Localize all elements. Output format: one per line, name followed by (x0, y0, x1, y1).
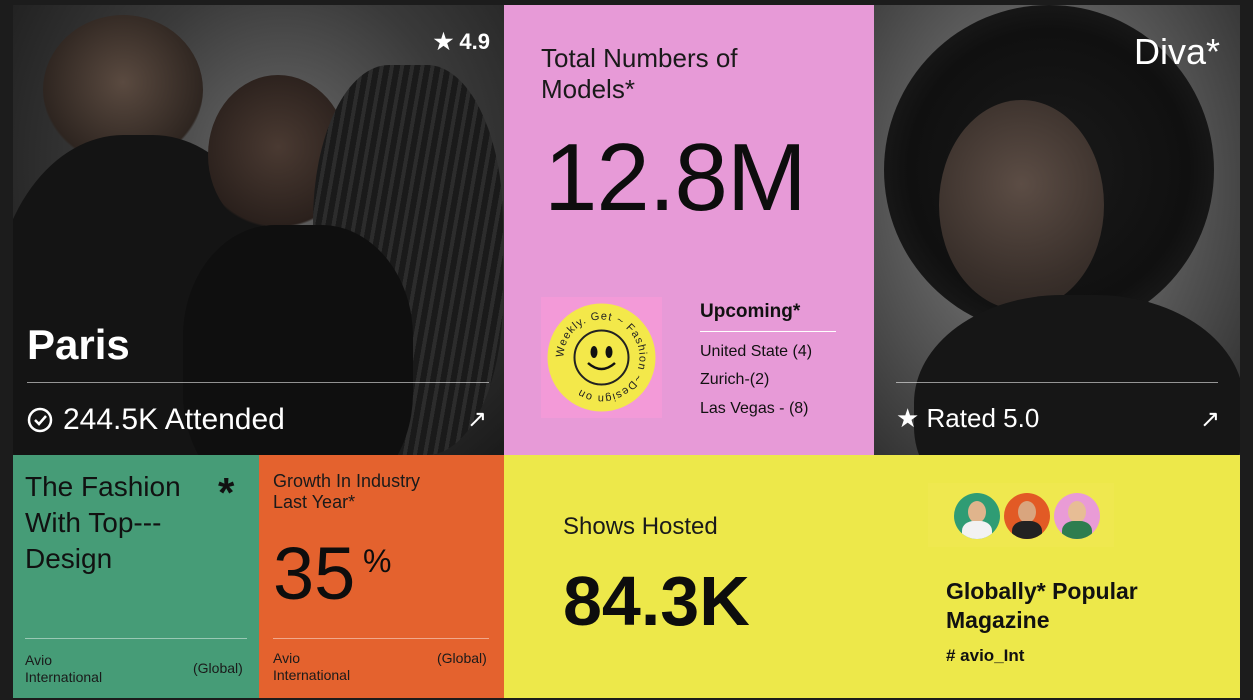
avatar (1004, 493, 1050, 539)
divider (896, 382, 1218, 383)
magazine-title: Globally* Popular Magazine (946, 578, 1138, 633)
upcoming-item: United State (4) (700, 343, 813, 360)
arrow-up-right-icon[interactable]: ↗ (1200, 405, 1220, 434)
models-card: Total Numbers of Models* 12.8M Weekly. G… (504, 5, 874, 455)
divider (27, 382, 489, 383)
asterisk-icon: * (218, 469, 235, 516)
card-title: Diva* (1133, 31, 1220, 72)
fashion-card: The Fashion With Top--- Design * Avio In… (13, 455, 259, 698)
card-title: The Fashion With Top--- Design (25, 471, 181, 574)
card-title: Paris (27, 321, 130, 368)
rating-text: ★ Rated 5.0 (896, 403, 1040, 433)
attended-row: 244.5K Attended (27, 403, 285, 437)
smiley-badge-icon: Weekly. Get ~ Fashion ~Design on (547, 303, 656, 412)
paris-card[interactable]: ★ 4.9 Paris 244.5K Attended ↗ (13, 5, 504, 455)
divider (700, 331, 836, 332)
badge-icon (27, 407, 53, 433)
weekly-badge[interactable]: Weekly. Get ~ Fashion ~Design on (541, 297, 662, 418)
upcoming-title: Upcoming* (700, 301, 801, 322)
attended-count: 244.5K Attended (63, 403, 285, 436)
scope-label: (Global) (193, 660, 243, 676)
diva-card[interactable]: Diva* ★ Rated 5.0 ↗ (874, 5, 1240, 455)
avatar (954, 493, 1000, 539)
upcoming-item: Zurich-(2) (700, 371, 770, 388)
growth-unit: % (363, 543, 392, 579)
growth-value: 35 (273, 532, 356, 615)
avatar-group (928, 483, 1114, 547)
upcoming-item: Las Vegas - (8) (700, 400, 809, 417)
divider (273, 638, 489, 639)
growth-card: Growth In Industry Last Year* 35 % Avio … (259, 455, 504, 698)
models-label: Total Numbers of Models* (541, 43, 738, 104)
photo-face (939, 100, 1104, 310)
divider (25, 638, 247, 639)
company-name: Avio International (25, 652, 103, 685)
shows-value: 84.3K (563, 562, 750, 640)
rating-badge: ★ 4.9 (433, 29, 490, 54)
shows-label: Shows Hosted (563, 513, 718, 540)
growth-label: Growth In Industry Last Year* (273, 471, 421, 512)
company-name: Avio International (273, 650, 351, 683)
shows-card: Shows Hosted 84.3K Globally* Popular Mag… (504, 455, 1240, 698)
models-value: 12.8M (544, 124, 807, 231)
arrow-up-right-icon[interactable]: ↗ (467, 405, 487, 434)
scope-label: (Global) (437, 650, 487, 666)
avatar (1054, 493, 1100, 539)
hashtag[interactable]: # avio_Int (946, 646, 1024, 666)
